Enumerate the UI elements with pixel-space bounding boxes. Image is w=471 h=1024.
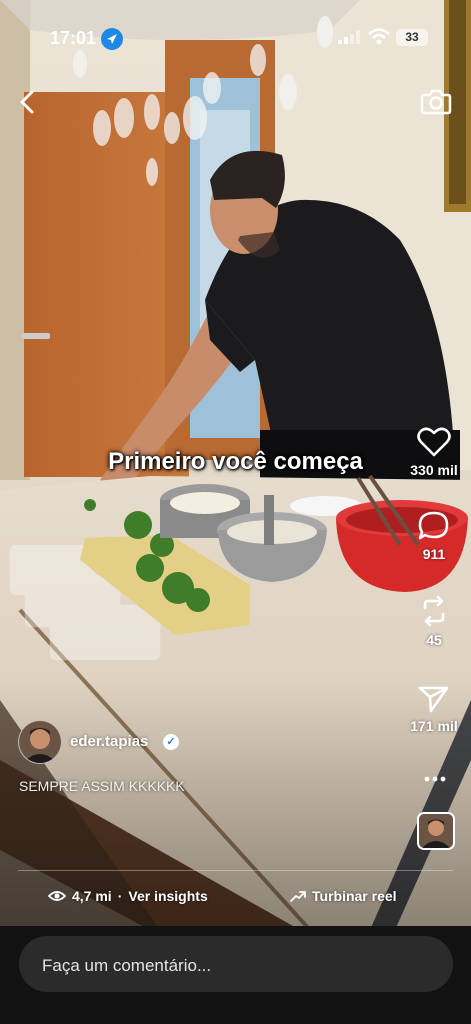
- eye-icon: [48, 891, 66, 901]
- post-caption[interactable]: SEMPRE ASSIM KKKKKK: [19, 778, 185, 794]
- comment-count: 911: [422, 546, 446, 562]
- video-text-overlay: Primeiro você começa: [108, 448, 363, 475]
- repost-button[interactable]: 45: [404, 594, 464, 648]
- avatar[interactable]: [18, 720, 62, 764]
- heart-icon: [417, 427, 451, 457]
- insights-label: Ver insights: [128, 888, 208, 904]
- back-arrow-icon[interactable]: [16, 88, 38, 121]
- boost-reel-button[interactable]: Turbinar reel: [290, 888, 397, 904]
- comment-placeholder: Faça um comentário...: [42, 956, 212, 975]
- like-count: 330 mil: [410, 462, 458, 478]
- send-icon: [418, 686, 449, 713]
- battery-icon: 33: [396, 29, 428, 46]
- trend-arrow-icon: [290, 891, 306, 902]
- comment-button[interactable]: 911: [404, 510, 464, 562]
- insights-link[interactable]: 4,7 mi · Ver insights: [48, 888, 208, 904]
- location-arrow-icon: [101, 28, 123, 50]
- audio-thumbnail[interactable]: [417, 812, 455, 850]
- divider: [18, 870, 453, 871]
- verified-icon: ✓: [163, 734, 179, 750]
- like-button[interactable]: 330 mil: [404, 426, 464, 478]
- wifi-icon: [368, 28, 390, 51]
- share-count: 171 mil: [410, 718, 458, 734]
- repost-count: 45: [426, 632, 442, 648]
- boost-label: Turbinar reel: [312, 888, 397, 904]
- comment-icon: [418, 511, 449, 540]
- share-button[interactable]: 171 mil: [404, 684, 464, 734]
- signal-icon: [338, 30, 362, 49]
- repost-icon: [423, 595, 445, 627]
- username[interactable]: eder.tapias: [70, 733, 148, 750]
- view-count: 4,7 mi: [72, 888, 112, 904]
- status-time: 17:01: [50, 28, 97, 48]
- dot-separator: ·: [117, 888, 123, 904]
- camera-icon[interactable]: [420, 86, 452, 121]
- more-icon[interactable]: [423, 770, 447, 788]
